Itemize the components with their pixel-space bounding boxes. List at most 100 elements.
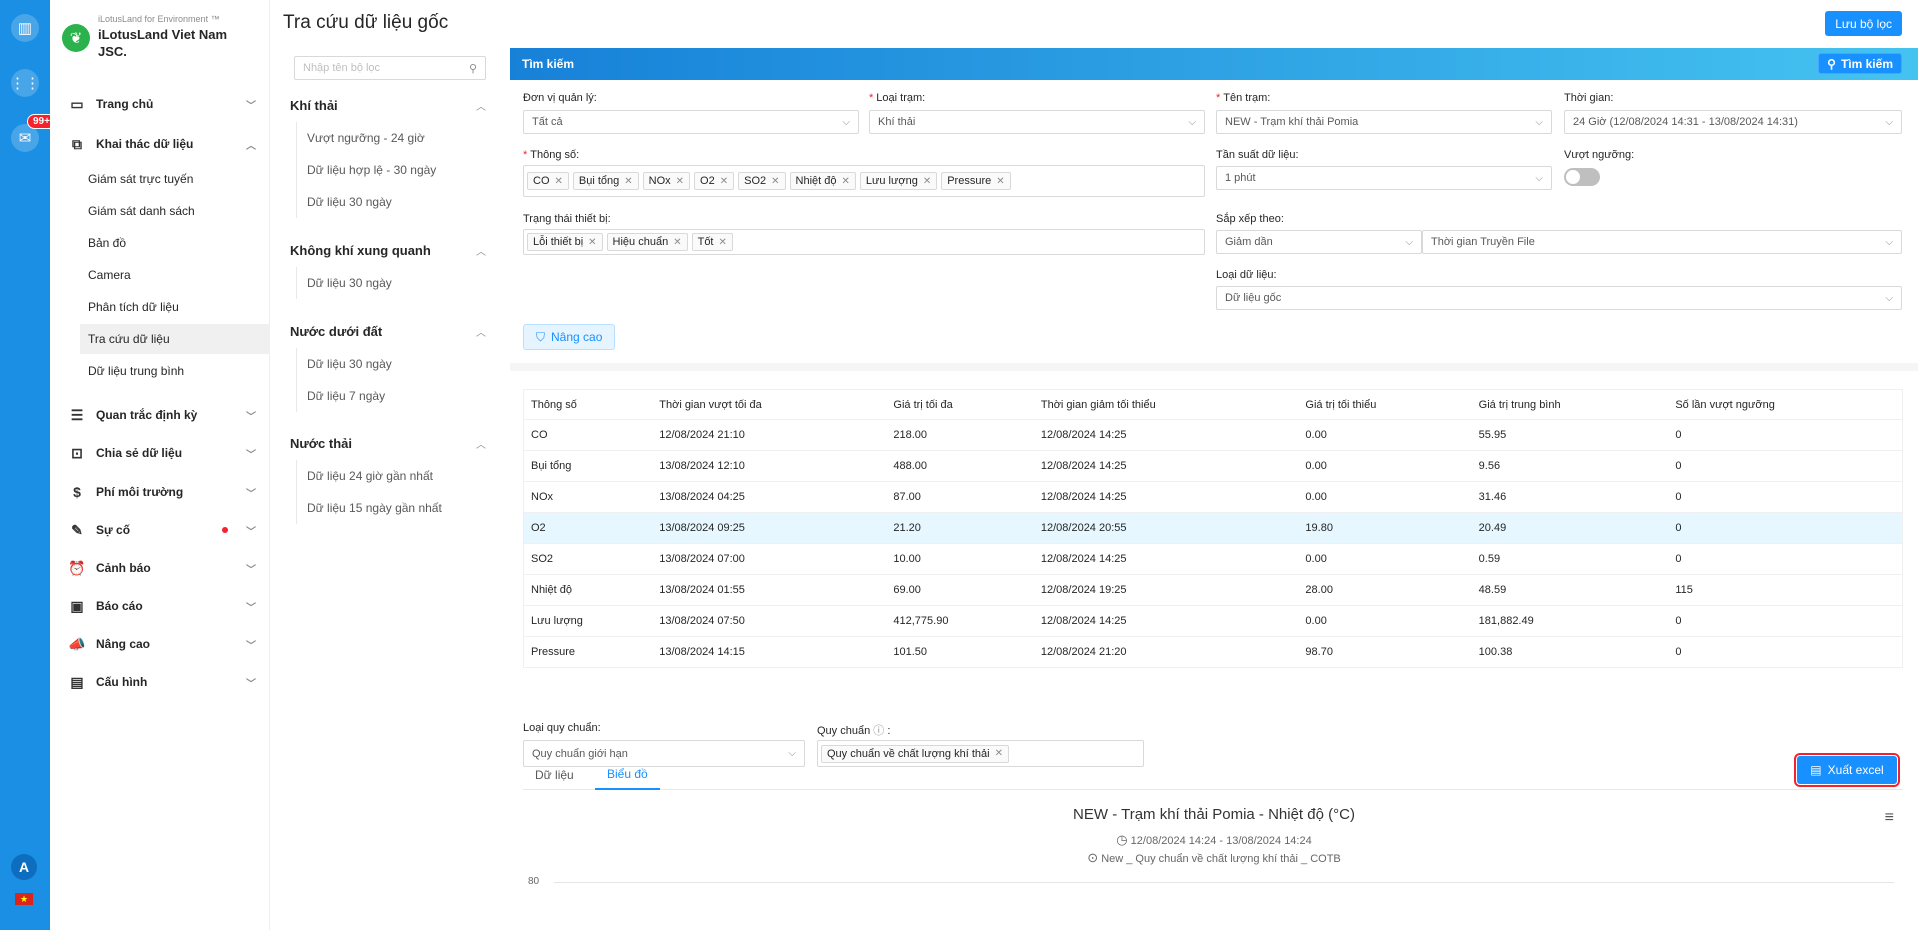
column-header[interactable]: Thời gian giảm tối thiểu <box>1033 389 1299 420</box>
time-select[interactable]: 24 Giờ (12/08/2024 14:31 - 13/08/2024 14… <box>1564 110 1902 134</box>
tab-data[interactable]: Dữ liệu <box>523 760 586 790</box>
tag: Tốt ✕ <box>691 233 733 251</box>
sidebar-subitem[interactable]: Camera <box>80 260 274 290</box>
close-icon[interactable]: ✕ <box>555 176 563 187</box>
filter-item[interactable]: Dữ liệu 7 ngày <box>307 389 385 403</box>
close-icon[interactable]: ✕ <box>923 176 931 187</box>
column-header[interactable]: Số lần vượt ngưỡng <box>1668 389 1903 420</box>
table-cell: 12/08/2024 14:25 <box>1033 419 1299 451</box>
brand: ❦ iLotusLand for Environment ™ iLotusLan… <box>62 14 238 60</box>
sort-order-select[interactable]: Giảm dần ⌵ <box>1216 230 1422 254</box>
app-logo-icon[interactable]: ▥ <box>11 14 39 42</box>
table-row[interactable]: Bụi tổng 13/08/2024 12:10 488.00 12/08/2024… <box>523 450 1903 482</box>
sidebar-item-4[interactable]: ⊡ Chia sẻ dữ liệu ﹀ <box>68 441 260 465</box>
close-icon[interactable]: ✕ <box>673 237 681 248</box>
column-header[interactable]: Thời gian vượt tối đa <box>652 389 887 420</box>
close-icon[interactable]: ✕ <box>624 176 632 187</box>
params-multiselect[interactable]: CO ✕ Bụi tổng ✕ NOx ✕ O2 ✕ SO2 ✕ Nhiệt độ ✕ Lưu lượn… <box>523 165 1205 197</box>
sidebar-item-6[interactable]: ✎ Sự cố ﹀ <box>68 518 260 542</box>
filter-item[interactable]: Dữ liệu 30 ngày <box>307 357 392 371</box>
close-icon[interactable]: ✕ <box>995 748 1003 759</box>
table-row[interactable]: NOx 13/08/2024 04:25 87.00 12/08/2024 14:25… <box>523 481 1903 513</box>
close-icon[interactable]: ✕ <box>719 237 727 248</box>
chevron-icon: ﹀ <box>246 526 256 538</box>
sidebar-subitem[interactable]: Giám sát trực tuyến <box>80 164 274 194</box>
station-type-select[interactable]: Khí thải ⌵ <box>869 110 1205 134</box>
close-icon[interactable]: ✕ <box>771 176 779 187</box>
chevron-down-icon: ⌵ <box>1405 236 1413 248</box>
close-icon[interactable]: ✕ <box>676 176 684 187</box>
tag: Nhiệt độ ✕ <box>789 172 856 190</box>
chart-menu-icon[interactable]: ≡ <box>1885 809 1894 827</box>
table-row[interactable]: SO2 13/08/2024 07:00 10.00 12/08/2024 14:25… <box>523 543 1903 575</box>
sidebar-item-2[interactable]: ⧉ Khai thác dữ liệu ︿ <box>68 132 260 156</box>
sidebar-item-1[interactable]: ▭ Trang chủ ﹀ <box>68 92 260 116</box>
save-filter-button[interactable]: Lưu bộ lọc <box>1825 11 1902 36</box>
avatar[interactable]: A <box>11 854 37 880</box>
table-row[interactable]: Nhiệt độ 13/08/2024 01:55 69.00 12/08/2024 … <box>523 574 1903 606</box>
filter-item[interactable]: Vượt ngưỡng - 24 giờ <box>307 131 425 145</box>
filter-item[interactable]: Dữ liệu 15 ngày gần nhất <box>307 501 442 515</box>
filter-group-title[interactable]: Nước dưới đất ︿ <box>290 324 490 339</box>
grid-line <box>554 882 1894 883</box>
table-cell: 48.59 <box>1471 574 1669 606</box>
sidebar-subitem[interactable]: Dữ liệu trung bình <box>80 356 274 386</box>
apps-grid-icon[interactable]: ⋮⋮ <box>10 69 40 97</box>
filter-group-title[interactable]: Khí thải ︿ <box>290 98 490 113</box>
sidebar-subitem[interactable]: Bản đồ <box>80 228 274 258</box>
filter-group-title[interactable]: Không khí xung quanh ︿ <box>290 243 490 258</box>
sidebar-item-10[interactable]: ▤ Cấu hình ﹀ <box>68 670 260 694</box>
export-excel-button[interactable]: ▤ Xuất excel <box>1794 753 1900 787</box>
close-icon[interactable]: ✕ <box>842 176 850 187</box>
sidebar-item-9[interactable]: 📣 Nâng cao ﹀ <box>68 632 260 656</box>
filter-item[interactable]: Dữ liệu 24 giờ gần nhất <box>307 469 433 483</box>
exceed-toggle[interactable] <box>1564 168 1600 186</box>
advanced-button[interactable]: ⛉ Nâng cao <box>523 324 616 350</box>
filter-icon: ⛉ <box>536 329 546 344</box>
column-header[interactable]: Giá trị tối đa <box>886 389 1034 420</box>
table-row[interactable]: Lưu lượng 13/08/2024 07:50 412,775.90 12/08… <box>523 605 1903 637</box>
table-cell: 13/08/2024 12:10 <box>652 450 887 482</box>
close-icon[interactable]: ✕ <box>720 176 728 187</box>
data-type-select[interactable]: Dữ liệu gốc ⌵ <box>1216 286 1902 310</box>
table-cell: 9.56 <box>1471 450 1669 482</box>
close-icon[interactable]: ✕ <box>588 237 596 248</box>
table-row[interactable]: CO 12/08/2024 21:10 218.00 12/08/2024 14:25… <box>523 419 1903 451</box>
device-status-multiselect[interactable]: Lỗi thiết bị ✕ Hiệu chuẩn ✕ Tốt ✕ <box>523 229 1205 255</box>
tab-chart[interactable]: Biểu đồ <box>595 760 660 790</box>
sidebar-item-7[interactable]: ⏰ Cảnh báo ﹀ <box>68 556 260 580</box>
filter-group-title[interactable]: Nước thải ︿ <box>290 436 490 451</box>
tree-line <box>296 122 297 218</box>
sidebar-item-8[interactable]: ▣ Báo cáo ﹀ <box>68 594 260 618</box>
filter-item[interactable]: Dữ liệu 30 ngày <box>307 195 392 209</box>
search-button[interactable]: ⚲ Tìm kiếm <box>1818 53 1902 74</box>
chevron-up-icon: ︿ <box>476 247 486 258</box>
table-cell: 87.00 <box>886 481 1034 513</box>
column-header[interactable]: Giá trị trung bình <box>1471 389 1669 420</box>
report-icon: ▣ <box>70 597 84 614</box>
monitor-icon: ⧉ <box>72 135 82 152</box>
sidebar-subitem[interactable]: Tra cứu dữ liệu <box>80 324 274 354</box>
filter-item[interactable]: Dữ liệu hợp lệ - 30 ngày <box>307 163 436 177</box>
column-header[interactable]: Giá trị tối thiểu <box>1298 389 1472 420</box>
filter-item[interactable]: Dữ liệu 30 ngày <box>307 276 392 290</box>
table-row[interactable]: O2 13/08/2024 09:25 21.20 12/08/2024 20:55 1… <box>523 512 1903 544</box>
table-cell: 13/08/2024 07:50 <box>652 605 887 637</box>
megaphone-icon: 📣 <box>68 635 86 652</box>
chevron-down-icon: ⌵ <box>1535 172 1543 184</box>
column-header[interactable]: Thông số <box>523 389 653 420</box>
sidebar-item-5[interactable]: $ Phí môi trường ﹀ <box>68 480 260 504</box>
frequency-select[interactable]: 1 phút ⌵ <box>1216 166 1552 190</box>
sidebar-subitem[interactable]: Phân tích dữ liệu <box>80 292 274 322</box>
table-row[interactable]: Pressure 13/08/2024 14:15 101.50 12/08/2024… <box>523 636 1903 668</box>
sort-field-select[interactable]: Thời gian Truyền File ⌵ <box>1422 230 1902 254</box>
unit-select[interactable]: Tất cả ⌵ <box>523 110 859 134</box>
sidebar-subitem[interactable]: Giám sát danh sách <box>80 196 274 226</box>
close-icon[interactable]: ✕ <box>996 176 1004 187</box>
table-cell: 0 <box>1668 450 1903 482</box>
language-flag-icon[interactable]: ★ <box>15 893 33 905</box>
tag: Lưu lượng ✕ <box>859 172 938 190</box>
station-select[interactable]: NEW - Trạm khí thải Pomia ⌵ <box>1216 110 1552 134</box>
sidebar-item-3[interactable]: ☰ Quan trắc định kỳ ﹀ <box>68 403 260 427</box>
filter-search-input[interactable]: Nhập tên bộ lọc ⚲ <box>294 56 486 80</box>
